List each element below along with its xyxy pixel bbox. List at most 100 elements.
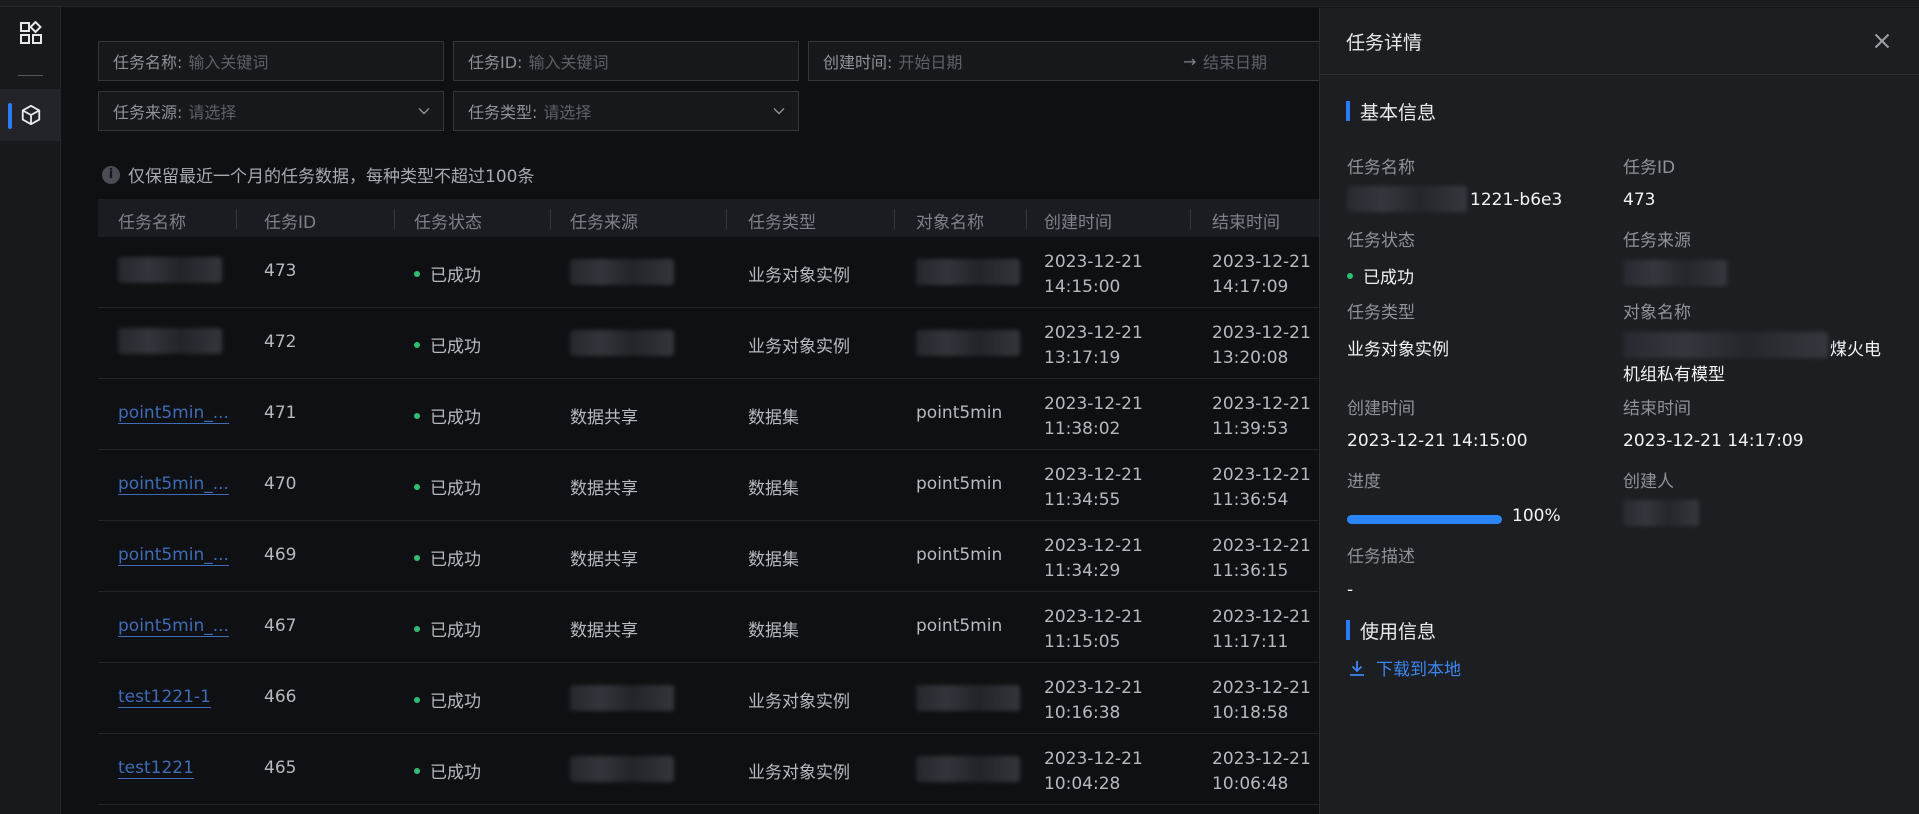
cell-task-id: 472 <box>264 332 297 352</box>
task-type-label: 任务类型: <box>468 103 538 122</box>
redacted-source <box>1623 260 1727 286</box>
close-icon[interactable] <box>1869 28 1895 54</box>
cell-task-id: 466 <box>264 687 297 707</box>
info-icon: i <box>102 165 120 184</box>
cell-task-id: 471 <box>264 403 297 423</box>
cell-task-name-link[interactable]: point5min_... <box>118 474 229 495</box>
cell-source: 数据共享 <box>570 408 638 428</box>
retention-notice-text: 仅保留最近一个月的任务数据，每种类型不超过100条 <box>128 167 535 187</box>
top-bar <box>0 0 1919 7</box>
progress-text: 100% <box>1512 506 1561 526</box>
col-header-object: 对象名称 <box>916 213 984 233</box>
detail-key-progress: 进度 <box>1347 472 1381 492</box>
detail-key-creator: 创建人 <box>1623 472 1674 492</box>
cell-source: 数据共享 <box>570 621 638 641</box>
detail-key-name: 任务名称 <box>1347 158 1415 178</box>
table-row[interactable]: point5min_... 467 已成功 数据共享 数据集 point5min… <box>98 592 1319 663</box>
col-header-status: 任务状态 <box>414 213 482 233</box>
redacted-object <box>916 259 1020 285</box>
table-row[interactable]: 472 已成功 业务对象实例 2023-12-21 13:17:19 2023-1… <box>98 308 1319 379</box>
task-type-select[interactable]: 任务类型: 请选择 <box>453 91 799 131</box>
cell-created: 2023-12-21 11:34:29 <box>1044 536 1143 581</box>
cell-type: 业务对象实例 <box>748 266 850 286</box>
cell-type: 数据集 <box>748 479 799 499</box>
task-source-label: 任务来源: <box>113 103 183 122</box>
detail-value-object-line2: 机组私有模型 <box>1623 365 1725 385</box>
detail-key-created: 创建时间 <box>1347 399 1415 419</box>
cell-task-name-link[interactable]: point5min_... <box>118 403 229 424</box>
basic-info-section-title: 基本信息 <box>1346 98 1436 125</box>
cell-source: 数据共享 <box>570 479 638 499</box>
task-detail-drawer: 任务详情 基本信息 任务名称 1221-b6e3 任务ID 473 任务状态 已… <box>1319 8 1919 814</box>
task-table: 任务名称 任务ID 任务状态 任务来源 任务类型 对象名称 创建时间 结束时间 … <box>98 199 1319 805</box>
cell-created: 2023-12-21 10:04:28 <box>1044 749 1143 794</box>
cell-end: 2023-12-21 10:18:58 <box>1212 678 1311 723</box>
col-header-created: 创建时间 <box>1044 213 1112 233</box>
table-row[interactable]: point5min_... 470 已成功 数据共享 数据集 point5min… <box>98 450 1319 521</box>
apps-button[interactable] <box>0 7 61 59</box>
cell-type: 数据集 <box>748 408 799 428</box>
redacted-source <box>570 330 674 356</box>
apps-grid-icon <box>19 21 42 44</box>
table-row[interactable]: point5min_... 469 已成功 数据共享 数据集 point5min… <box>98 521 1319 592</box>
detail-value-created: 2023-12-21 14:15:00 <box>1347 431 1528 451</box>
cell-task-id: 465 <box>264 758 297 778</box>
drawer-header: 任务详情 <box>1320 8 1919 75</box>
cell-created: 2023-12-21 10:16:38 <box>1044 678 1143 723</box>
task-name-filter[interactable]: 任务名称: 输入关键词 <box>98 41 444 81</box>
col-header-task-id: 任务ID <box>264 213 317 233</box>
download-local-label: 下载到本地 <box>1376 660 1461 680</box>
detail-key-source: 任务来源 <box>1623 231 1691 251</box>
download-local-link[interactable]: 下载到本地 <box>1348 655 1461 680</box>
range-arrow-icon: → <box>1183 51 1197 71</box>
cell-type: 数据集 <box>748 621 799 641</box>
chevron-down-icon <box>773 108 785 115</box>
table-row[interactable]: 473 已成功 业务对象实例 2023-12-21 14:15:00 2023-1… <box>98 237 1319 308</box>
cell-task-name-link[interactable]: test1221-1 <box>118 687 211 708</box>
cell-status: 已成功 <box>414 687 481 712</box>
cube-icon <box>21 104 40 126</box>
end-date-input[interactable]: 结束日期 <box>1203 49 1267 73</box>
task-source-select[interactable]: 任务来源: 请选择 <box>98 91 444 131</box>
cell-object: point5min <box>916 545 1003 565</box>
cell-created: 2023-12-21 11:34:55 <box>1044 465 1143 510</box>
col-header-type: 任务类型 <box>748 213 816 233</box>
cell-status: 已成功 <box>414 332 481 357</box>
cell-end: 2023-12-21 11:36:15 <box>1212 536 1311 581</box>
cell-created: 2023-12-21 11:38:02 <box>1044 394 1143 439</box>
cell-end: 2023-12-21 13:20:08 <box>1212 323 1311 368</box>
table-row[interactable]: point5min_... 471 已成功 数据共享 数据集 point5min… <box>98 379 1319 450</box>
task-name-filter-label: 任务名称: <box>113 53 183 72</box>
cell-end: 2023-12-21 10:06:48 <box>1212 749 1311 794</box>
create-time-range-filter[interactable]: 创建时间: 开始日期 → 结束日期 <box>808 41 1319 81</box>
cell-status: 已成功 <box>414 616 481 641</box>
redacted-name-prefix <box>1347 186 1467 212</box>
redacted-object <box>916 756 1020 782</box>
task-name-filter-placeholder: 输入关键词 <box>188 53 269 72</box>
cell-type: 数据集 <box>748 550 799 570</box>
cell-task-name-link[interactable]: point5min_... <box>118 545 229 566</box>
cell-task-name-link[interactable]: test1221 <box>118 758 194 779</box>
cell-created: 2023-12-21 13:17:19 <box>1044 323 1143 368</box>
cell-task-id: 470 <box>264 474 297 494</box>
table-row[interactable]: test1221 465 已成功 业务对象实例 2023-12-21 10:04:… <box>98 734 1319 805</box>
task-id-filter[interactable]: 任务ID: 输入关键词 <box>453 41 799 81</box>
cell-task-name-link[interactable]: point5min_... <box>118 616 229 637</box>
download-icon <box>1350 660 1364 676</box>
cell-type: 业务对象实例 <box>748 763 850 783</box>
redacted-source <box>570 685 674 711</box>
redacted-object <box>916 685 1020 711</box>
redacted-creator <box>1623 500 1699 526</box>
detail-key-id: 任务ID <box>1623 158 1676 178</box>
col-header-task-name: 任务名称 <box>118 213 186 233</box>
start-date-input[interactable]: 开始日期 <box>898 49 962 73</box>
drawer-title: 任务详情 <box>1346 32 1423 54</box>
detail-key-object: 对象名称 <box>1623 303 1691 323</box>
cell-type: 业务对象实例 <box>748 337 850 357</box>
table-row[interactable]: test1221-1 466 已成功 业务对象实例 2023-12-21 10:1… <box>98 663 1319 734</box>
cell-object: point5min <box>916 616 1003 636</box>
tasks-nav-button[interactable] <box>0 89 61 141</box>
detail-value-name: 1221-b6e3 <box>1470 190 1563 210</box>
detail-key-status: 任务状态 <box>1347 231 1415 251</box>
detail-value-desc: - <box>1347 580 1354 600</box>
